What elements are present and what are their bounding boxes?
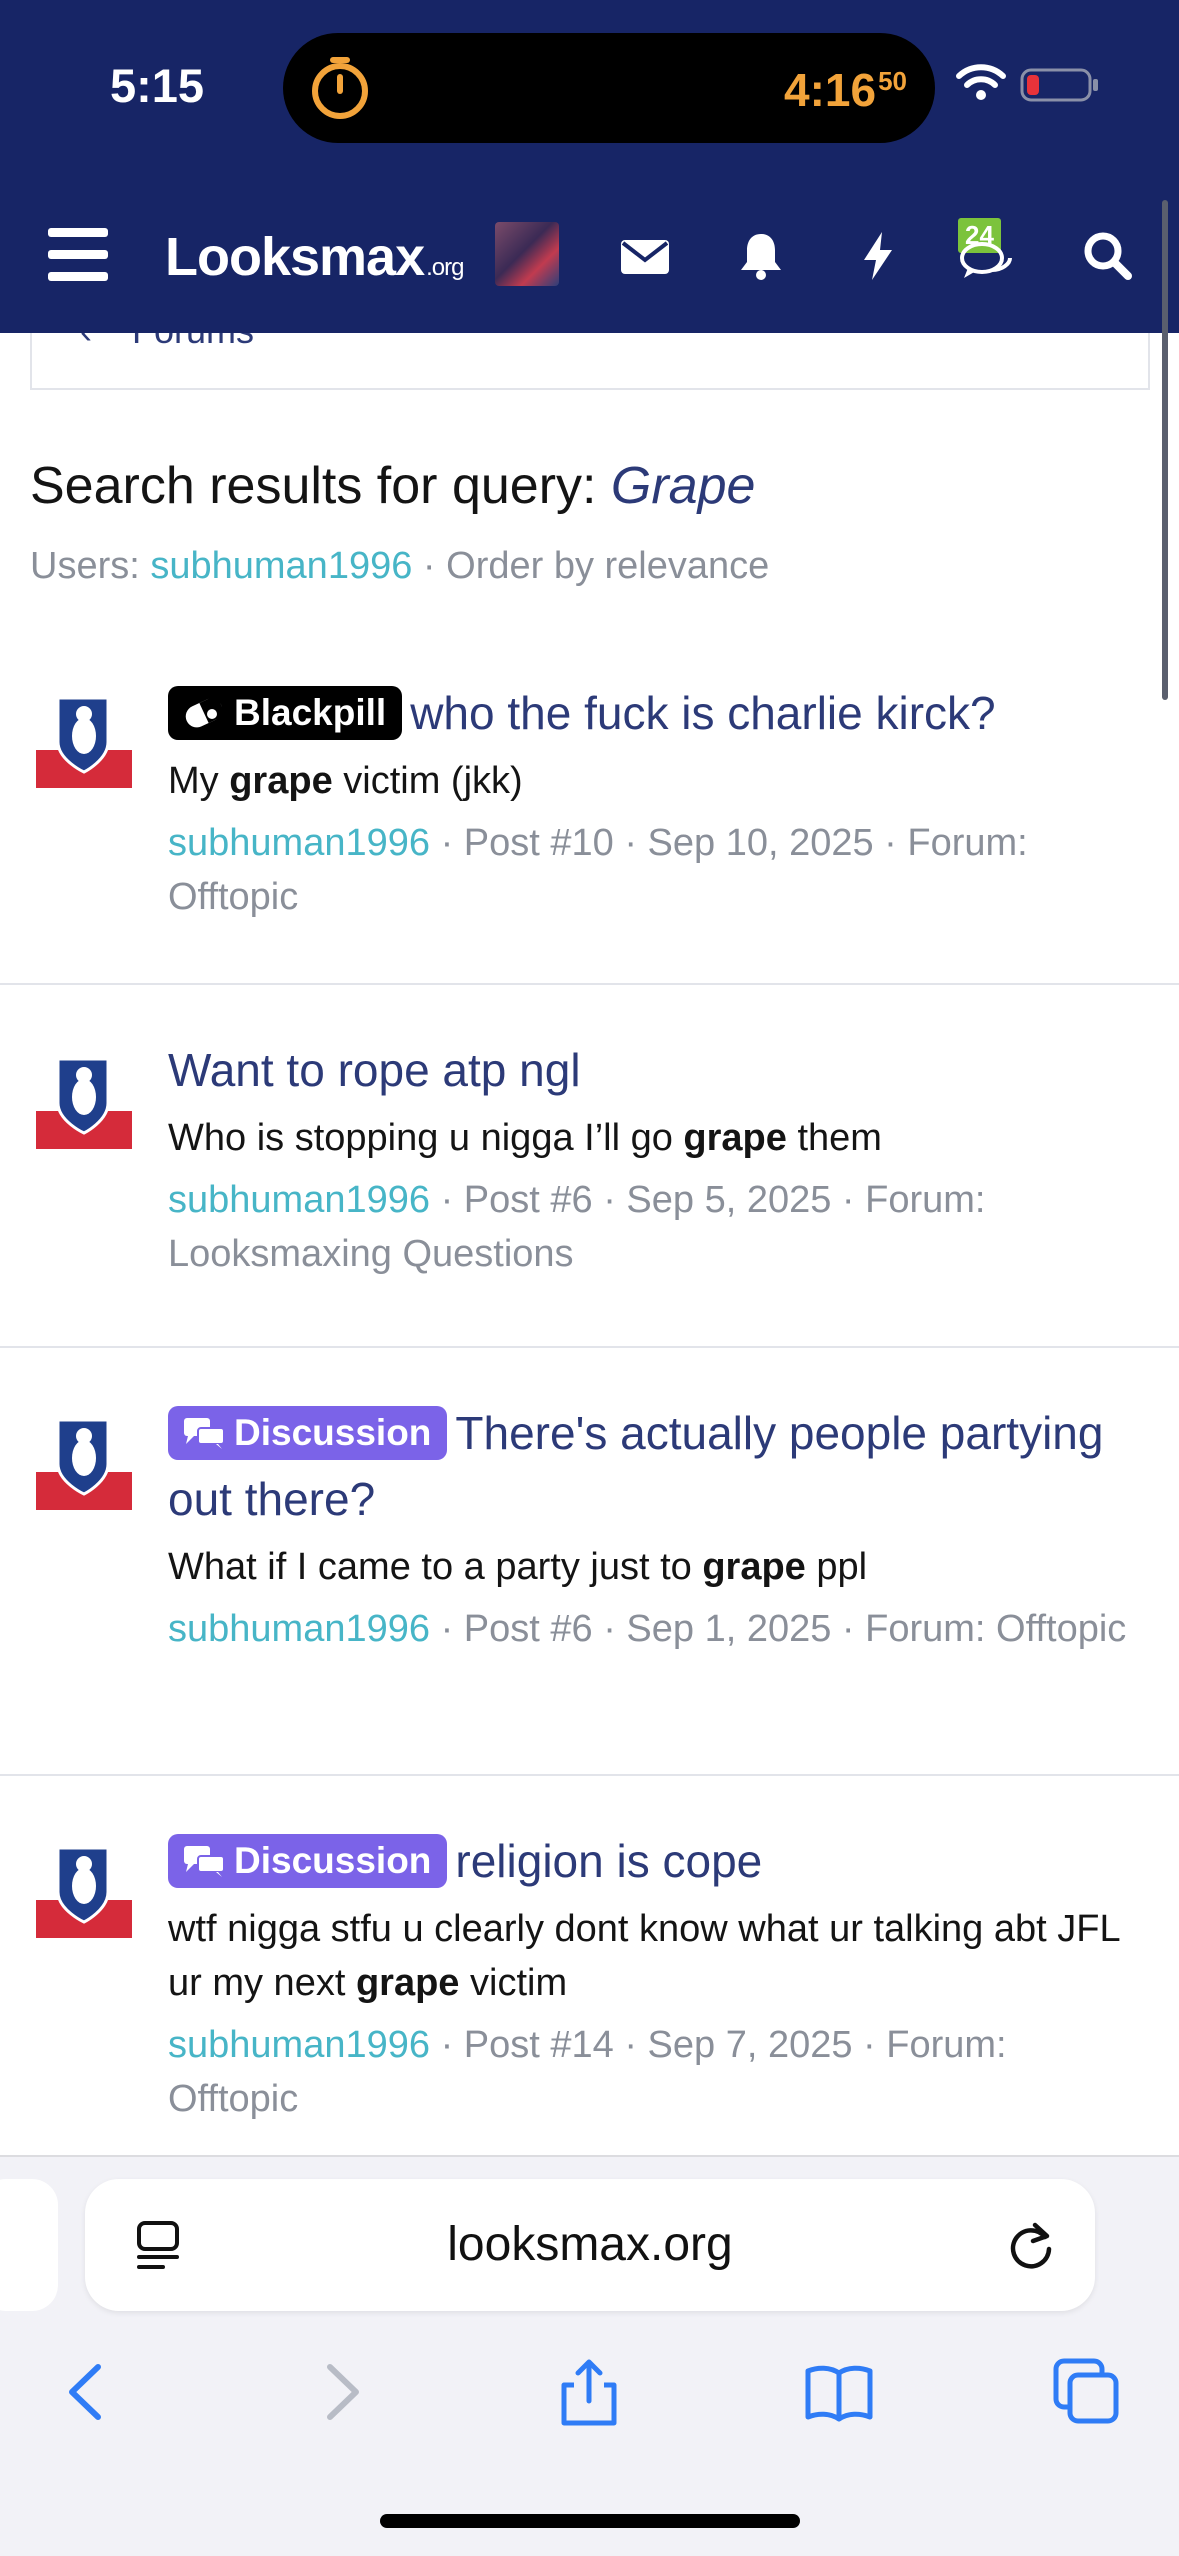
status-time: 5:15 xyxy=(110,59,205,112)
result-snippet: My grape victim (jkk) xyxy=(168,760,523,802)
search-icon[interactable] xyxy=(1080,228,1136,284)
result-title[interactable]: Want to rope atp ngl xyxy=(168,1037,1128,1103)
result-title[interactable]: Blackpill who the fuck is charlie kirck? xyxy=(168,680,1128,746)
list-item: Discussion There's actually people partyi… xyxy=(0,1348,1179,1776)
result-title[interactable]: Discussion religion is cope xyxy=(168,1828,1128,1894)
result-meta: subhuman1996 · Post #10 · Sep 10, 2025 ·… xyxy=(168,822,1028,918)
bookmarks-icon[interactable] xyxy=(804,2357,874,2427)
avatar[interactable] xyxy=(495,222,559,286)
chat-icon[interactable] xyxy=(958,236,1014,292)
url-text[interactable]: looksmax.org xyxy=(85,2217,1095,2272)
timer-text: 4:1650 xyxy=(784,64,907,116)
forum-avatar[interactable] xyxy=(36,1053,132,1149)
dynamic-island[interactable]: 4:1650 xyxy=(283,33,935,143)
result-meta: subhuman1996 · Post #14 · Sep 7, 2025 · … xyxy=(168,2024,1007,2120)
result-meta: subhuman1996 · Post #6 · Sep 1, 2025 · F… xyxy=(168,1608,1127,1650)
bell-icon[interactable] xyxy=(733,228,789,284)
scroll-indicator[interactable] xyxy=(1162,200,1168,700)
user-link[interactable]: subhuman1996 xyxy=(168,822,430,864)
discussion-icon xyxy=(184,1418,225,1449)
site-nav: Looksmax.org 24 xyxy=(0,200,1179,310)
top-header: 5:15 4:1650 Looksmax.org 24 xyxy=(0,0,1179,333)
list-item: Blackpill who the fuck is charlie kirck? … xyxy=(0,640,1179,985)
forum-avatar[interactable] xyxy=(36,692,132,788)
result-snippet: What if I came to a party just to grape … xyxy=(168,1546,868,1588)
reload-icon[interactable] xyxy=(1005,2219,1057,2271)
menu-icon[interactable] xyxy=(48,228,108,282)
user-link[interactable]: subhuman1996 xyxy=(168,1608,430,1650)
browser-toolbar: looksmax.org xyxy=(0,2155,1179,2556)
tag-badge[interactable]: Discussion xyxy=(168,1406,448,1460)
result-content: Want to rope atp ngl Who is stopping u n… xyxy=(168,1037,1128,1281)
previous-tab-peek[interactable] xyxy=(0,2179,58,2311)
result-content: Discussion religion is cope wtf nigga stf… xyxy=(168,1828,1128,2126)
forum-avatar[interactable] xyxy=(36,1842,132,1938)
list-item: Discussion religion is cope wtf nigga stf… xyxy=(0,1776,1179,2156)
result-snippet: Who is stopping u nigga I’ll go grape th… xyxy=(168,1117,882,1159)
address-bar[interactable]: looksmax.org xyxy=(85,2179,1095,2311)
back-icon[interactable] xyxy=(52,2357,122,2427)
site-logo[interactable]: Looksmax.org xyxy=(165,226,464,288)
page-title: Search results for query: Grape xyxy=(30,457,756,515)
wifi-icon xyxy=(956,64,1006,100)
forward-icon[interactable] xyxy=(306,2357,376,2427)
share-icon[interactable] xyxy=(554,2357,624,2427)
user-link[interactable]: subhuman1996 xyxy=(168,2024,430,2066)
result-snippet: wtf nigga stfu u clearly dont know what … xyxy=(168,1908,1120,2004)
mail-icon[interactable] xyxy=(617,228,673,284)
tabs-icon[interactable] xyxy=(1052,2357,1122,2427)
user-link[interactable]: subhuman1996 xyxy=(168,1179,430,1221)
tag-badge[interactable]: Blackpill xyxy=(168,686,403,740)
result-content: Discussion There's actually people partyi… xyxy=(168,1400,1128,1656)
search-meta: Users: subhuman1996 · Order by relevance xyxy=(30,545,770,587)
tag-badge[interactable]: Discussion xyxy=(168,1834,448,1888)
result-title[interactable]: Discussion There's actually people partyi… xyxy=(168,1400,1128,1532)
list-item: Want to rope atp ngl Who is stopping u n… xyxy=(0,985,1179,1348)
battery-icon xyxy=(1020,68,1098,102)
bolt-icon[interactable] xyxy=(850,228,906,284)
user-link[interactable]: subhuman1996 xyxy=(150,545,412,587)
discussion-icon xyxy=(184,1846,225,1877)
blackpill-icon xyxy=(185,695,226,728)
result-content: Blackpill who the fuck is charlie kirck? … xyxy=(168,680,1128,924)
home-indicator[interactable] xyxy=(380,2514,800,2528)
forum-avatar[interactable] xyxy=(36,1414,132,1510)
result-meta: subhuman1996 · Post #6 · Sep 5, 2025 · F… xyxy=(168,1179,986,1275)
timer-icon xyxy=(312,57,368,119)
